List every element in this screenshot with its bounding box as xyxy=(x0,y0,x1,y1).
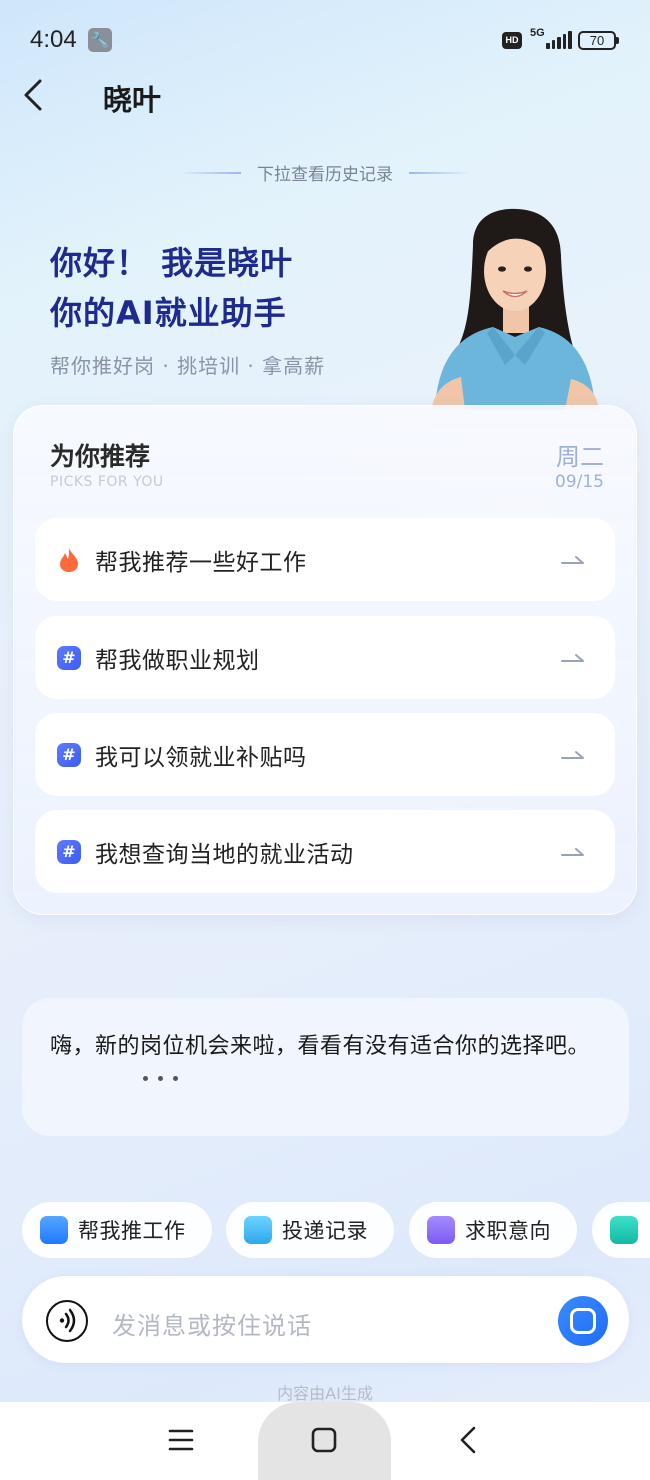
divider-left xyxy=(179,171,241,174)
greeting-line1: 你好！ 我是晓叶 xyxy=(50,244,294,282)
divider-right xyxy=(409,171,471,174)
chip-label: 投递记录 xyxy=(282,1219,368,1243)
assistant-message-text: 嗨，新的岗位机会来啦，看看有没有适合你的选择吧。 xyxy=(50,1034,591,1059)
weekday-label: 周二 xyxy=(556,443,604,471)
mail-icon xyxy=(244,1216,272,1244)
assistant-avatar-image xyxy=(431,208,599,410)
chip-job-intention[interactable]: 求职意向 xyxy=(409,1202,577,1258)
briefcase-icon xyxy=(40,1216,68,1244)
arrow-right-icon xyxy=(561,847,584,856)
ai-generated-note: 内容由AI生成 xyxy=(277,1384,373,1403)
chip-label: 求职意向 xyxy=(465,1219,551,1243)
page-title: 晓叶 xyxy=(103,83,162,117)
signal-icon xyxy=(546,31,572,49)
wrench-icon: 🔧 xyxy=(88,28,112,52)
doc-icon xyxy=(427,1216,455,1244)
hashtag-icon: # xyxy=(57,645,81,670)
fire-icon xyxy=(57,547,81,572)
recommend-item[interactable]: # 我可以领就业补贴吗 xyxy=(35,713,615,796)
arrow-right-icon xyxy=(561,653,584,662)
recommend-item[interactable]: 帮我推荐一些好工作 xyxy=(35,518,615,601)
recommend-item[interactable]: # 帮我做职业规划 xyxy=(35,616,615,699)
slogan: 帮你推好岗 · 挑培训 · 拿高薪 xyxy=(50,354,326,378)
recommend-subtitle: PICKS FOR YOU xyxy=(50,474,164,490)
home-icon[interactable] xyxy=(311,1427,337,1453)
recommend-item-label: 帮我做职业规划 xyxy=(95,647,260,674)
recommend-item-label: 我想查询当地的就业活动 xyxy=(95,841,354,868)
hashtag-icon: # xyxy=(57,839,81,864)
pull-history-hint[interactable]: 下拉查看历史记录 xyxy=(0,160,650,185)
recommend-item-label: 我可以领就业补贴吗 xyxy=(95,744,307,771)
typing-dots-icon xyxy=(143,1076,178,1081)
message-input[interactable]: 发消息或按住说话 xyxy=(112,1306,312,1341)
recommend-item[interactable]: # 我想查询当地的就业活动 xyxy=(35,810,615,893)
arrow-right-icon xyxy=(561,750,584,759)
date-label: 09/15 xyxy=(555,472,604,492)
chip-application-records[interactable]: 投递记录 xyxy=(226,1202,394,1258)
stop-icon xyxy=(570,1308,596,1334)
back-nav-icon[interactable] xyxy=(458,1426,478,1454)
chip-recommend-job[interactable]: 帮我推工作 xyxy=(22,1202,212,1258)
battery-tip xyxy=(616,37,619,44)
chip-label: 帮我推工作 xyxy=(78,1219,186,1243)
recommend-title: 为你推荐 xyxy=(50,442,151,471)
greeting-line2: 你的AI就业助手 xyxy=(50,294,287,332)
list-icon xyxy=(610,1216,638,1244)
back-arrow-icon[interactable] xyxy=(20,78,48,112)
recommend-item-label: 帮我推荐一些好工作 xyxy=(95,549,307,576)
network-type: 5G xyxy=(530,27,545,39)
hashtag-icon: # xyxy=(57,742,81,767)
hd-icon: HD xyxy=(502,32,522,49)
pull-hint-text: 下拉查看历史记录 xyxy=(257,165,393,185)
chip-more[interactable] xyxy=(592,1202,650,1258)
arrow-right-icon xyxy=(561,555,584,564)
menu-icon[interactable] xyxy=(168,1428,194,1452)
battery-icon: 70 xyxy=(578,31,616,50)
status-time: 4:04 xyxy=(30,26,77,53)
voice-icon[interactable] xyxy=(46,1300,88,1342)
